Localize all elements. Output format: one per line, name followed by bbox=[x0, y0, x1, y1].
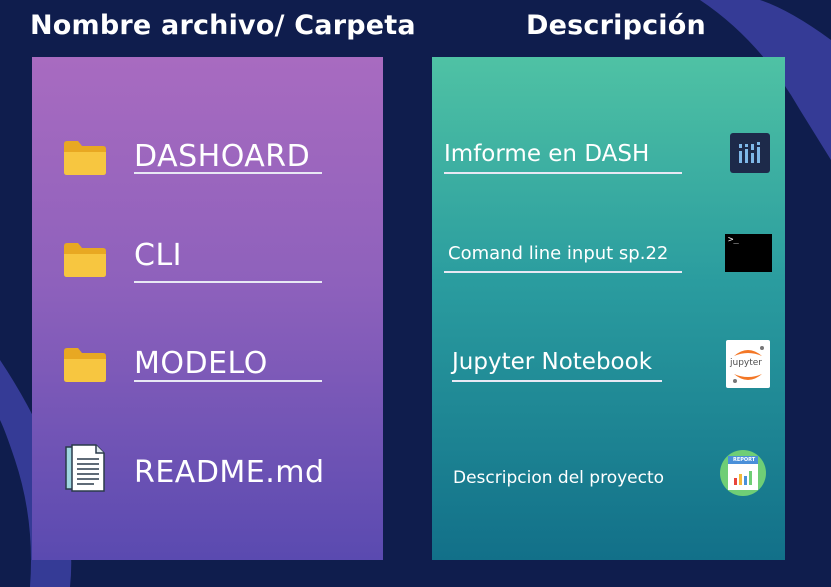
filename-column-heading: Nombre archivo/ Carpeta bbox=[30, 10, 416, 41]
report-icon: REPORT bbox=[720, 450, 766, 496]
jupyter-logo-icon: jupyter bbox=[726, 340, 770, 388]
description-readme: Descripcion del proyecto bbox=[453, 468, 665, 488]
folder-icon bbox=[64, 348, 106, 382]
terminal-prompt: >_ bbox=[728, 235, 739, 245]
terminal-icon: >_ bbox=[725, 234, 772, 272]
underline bbox=[444, 271, 682, 273]
underline bbox=[134, 172, 322, 174]
underline bbox=[444, 172, 682, 174]
underline bbox=[134, 380, 322, 382]
underline bbox=[452, 380, 662, 382]
report-caption: REPORT bbox=[733, 457, 756, 463]
file-name-modelo[interactable]: MODELO bbox=[134, 346, 268, 381]
descriptions-panel: Imforme en DASH Comand line input sp.22 … bbox=[432, 57, 785, 560]
dash-logo-icon bbox=[730, 133, 770, 173]
jupyter-wordmark: jupyter bbox=[730, 358, 763, 368]
folder-icon bbox=[64, 141, 106, 175]
description-jupyter: Jupyter Notebook bbox=[452, 349, 653, 375]
filenames-panel: DASHOARD CLI MODELO README.md bbox=[32, 57, 383, 560]
folder-icon bbox=[64, 243, 106, 277]
description-cli: Comand line input sp.22 bbox=[448, 243, 669, 264]
file-name-dashoard[interactable]: DASHOARD bbox=[134, 139, 310, 174]
description-column-heading: Descripción bbox=[526, 10, 706, 41]
description-dashboard: Imforme en DASH bbox=[444, 141, 650, 167]
underline bbox=[134, 281, 322, 283]
file-name-readme[interactable]: README.md bbox=[134, 455, 325, 490]
file-name-cli[interactable]: CLI bbox=[134, 238, 182, 273]
document-icon bbox=[65, 444, 105, 492]
